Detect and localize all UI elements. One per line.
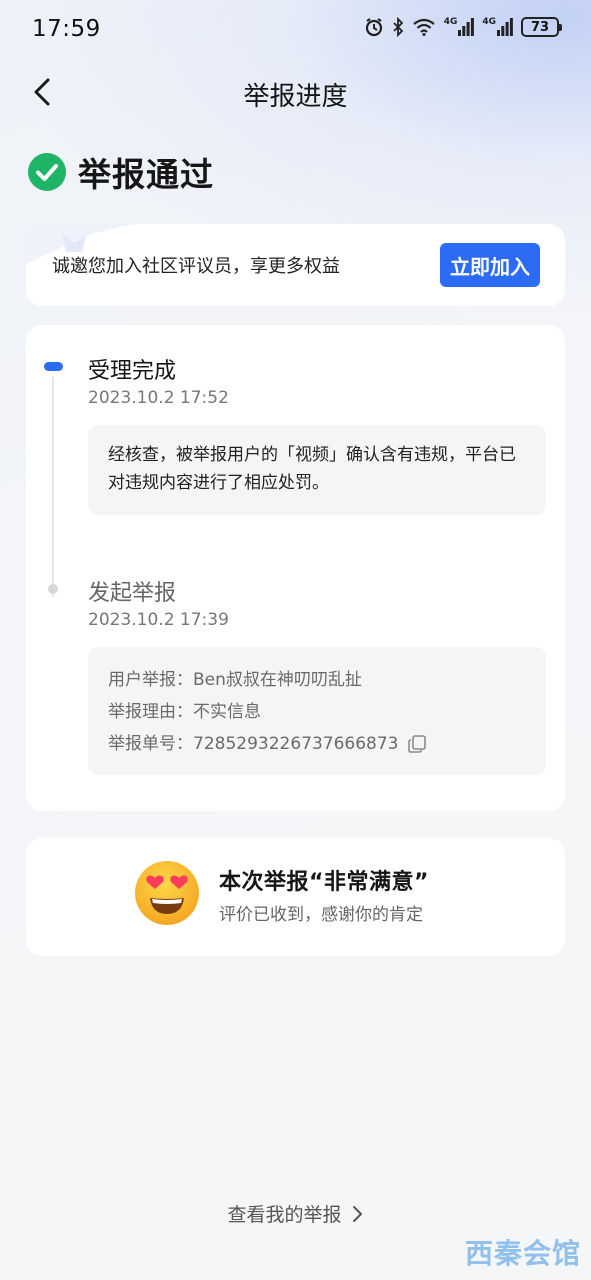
signal-2: 4G (482, 18, 513, 36)
field-value: 7285293226737666873 (193, 734, 399, 754)
field-label: 用户举报： (108, 670, 193, 690)
copy-icon[interactable] (407, 734, 427, 754)
field-label: 举报理由： (108, 702, 193, 722)
my-reports-label: 查看我的举报 (227, 1204, 342, 1226)
status-icons: 4G 4G 73 (364, 17, 562, 37)
step-detail-text: 经核查，被举报用户的「视频」确认含有违规，平台已对违规内容进行了相应处罚。 (108, 445, 516, 493)
satisfaction-card: 本次举报“非常满意” 评价已收到，感谢你的肯定 (26, 838, 565, 956)
signal-1: 4G (444, 18, 475, 36)
check-circle-icon (28, 153, 66, 191)
report-info-box: 用户举报： Ben叔叔在神叨叨乱扯 举报理由： 不实信息 举报单号： 72852… (88, 647, 546, 775)
network-type-label: 4G (443, 17, 458, 27)
signal-bars-icon (497, 18, 513, 36)
signal-bars-icon (458, 18, 475, 36)
step-time: 2023.10.2 17:52 (88, 388, 229, 408)
page-title: 举报进度 (243, 82, 348, 112)
satisfaction-subtitle: 评价已收到，感谢你的肯定 (219, 905, 423, 925)
step-title: 发起举报 (88, 581, 177, 606)
bluetooth-icon (393, 17, 403, 37)
join-now-button[interactable]: 立即加入 (440, 243, 540, 287)
network-type-label: 4G (482, 17, 496, 27)
field-value: Ben叔叔在神叨叨乱扯 (193, 670, 362, 690)
satisfaction-title: 本次举报“非常满意” (219, 870, 429, 895)
timeline-card: 受理完成 2023.10.2 17:52 经核查，被举报用户的「视频」确认含有违… (26, 325, 565, 811)
nav-bar: 举报进度 (0, 62, 591, 122)
timeline-dot (48, 584, 58, 594)
invite-text: 诚邀您加入社区评议员，享更多权益 (52, 256, 340, 277)
heart-eyes-emoji-icon (135, 861, 199, 925)
chevron-right-icon (352, 1205, 362, 1222)
status-bar: 17:59 4G 4G 73 (0, 0, 591, 58)
report-number-row: 举报单号： 7285293226737666873 (108, 728, 526, 760)
alarm-icon (365, 18, 382, 37)
field-label: 举报单号： (108, 734, 193, 754)
invite-card: 诚邀您加入社区评议员，享更多权益 立即加入 (26, 224, 565, 306)
field-value: 不实信息 (193, 702, 261, 722)
report-result: 举报通过 (28, 148, 214, 196)
my-reports-link[interactable]: 查看我的举报 (0, 1200, 591, 1227)
status-time: 17:59 (32, 16, 101, 42)
battery-icon: 73 (521, 17, 562, 37)
report-reason-row: 举报理由： 不实信息 (108, 696, 526, 728)
timeline-line (52, 377, 54, 597)
timeline-dot-active (44, 362, 63, 371)
step-title: 受理完成 (88, 359, 177, 384)
wifi-icon (413, 18, 435, 36)
report-user-row: 用户举报： Ben叔叔在神叨叨乱扯 (108, 664, 526, 696)
step-time: 2023.10.2 17:39 (88, 610, 229, 630)
result-text: 举报通过 (78, 155, 214, 194)
step-detail-box: 经核查，被举报用户的「视频」确认含有违规，平台已对违规内容进行了相应处罚。 (88, 425, 546, 515)
watermark: 西秦会馆 (464, 1237, 581, 1270)
